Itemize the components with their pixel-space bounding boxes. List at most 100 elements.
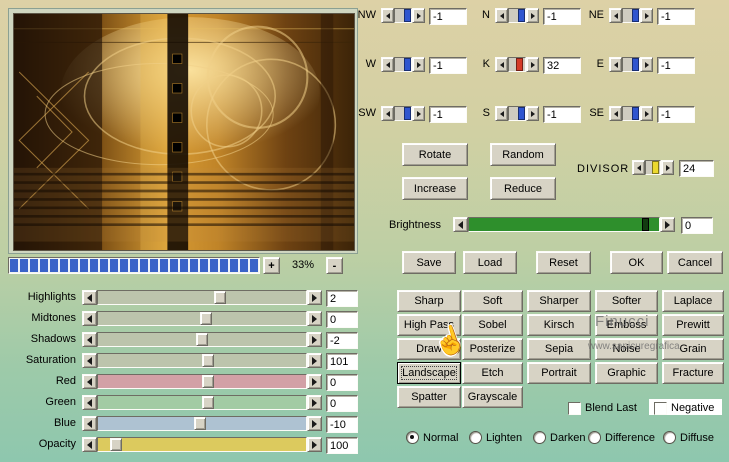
negative-checkbox[interactable]: Negative [654,401,714,415]
filter-landscape-button[interactable]: Landscape [397,362,461,384]
slider-left-arrow[interactable] [453,217,468,232]
kernel-k-slider[interactable] [495,57,539,72]
zoom-out-button[interactable]: - [326,257,343,274]
radio-circle[interactable] [663,431,676,444]
highlights-value[interactable]: 2 [326,290,358,307]
slider-thumb[interactable] [110,438,123,451]
slider-left-arrow[interactable] [82,290,97,305]
slider-left-arrow[interactable] [495,8,508,23]
slider-thumb[interactable] [214,291,227,304]
kernel-n-slider[interactable] [495,8,539,23]
kernel-se-slider[interactable] [609,106,653,121]
random-button[interactable]: Random [490,143,556,166]
filter-noise-button[interactable]: Noise [595,338,658,360]
filter-fracture-button[interactable]: Fracture [662,362,724,384]
slider-left-arrow[interactable] [609,106,622,121]
slider-track[interactable] [622,8,640,23]
saturation-slider[interactable] [82,353,322,368]
kernel-n-value[interactable]: -1 [543,8,581,25]
shadows-value[interactable]: -2 [326,332,358,349]
filter-grain-button[interactable]: Grain [662,338,724,360]
slider-left-arrow[interactable] [609,8,622,23]
slider-track[interactable] [622,57,640,72]
filter-posterize-button[interactable]: Posterize [462,338,523,360]
slider-track[interactable] [508,8,526,23]
slider-thumb[interactable] [631,107,639,120]
reduce-button[interactable]: Reduce [490,177,556,200]
slider-track[interactable] [622,106,640,121]
slider-right-arrow[interactable] [640,106,653,121]
blue-slider[interactable] [82,416,322,431]
slider-thumb[interactable] [403,9,411,22]
kernel-sw-value[interactable]: -1 [429,106,467,123]
slider-right-arrow[interactable] [307,395,322,410]
saturation-value[interactable]: 101 [326,353,358,370]
slider-right-arrow[interactable] [307,416,322,431]
blue-value[interactable]: -10 [326,416,358,433]
slider-left-arrow[interactable] [82,311,97,326]
slider-thumb[interactable] [652,161,660,174]
slider-thumb[interactable] [199,312,212,325]
midtones-slider[interactable] [82,311,322,326]
slider-right-arrow[interactable] [307,311,322,326]
checkbox-box[interactable] [568,401,581,415]
slider-thumb[interactable] [631,58,639,71]
slider-track[interactable] [508,57,526,72]
slider-right-arrow[interactable] [661,160,674,175]
reset-button[interactable]: Reset [536,251,591,274]
brightness-value[interactable]: 0 [681,217,713,234]
kernel-e-value[interactable]: -1 [657,57,695,74]
filter-emboss-button[interactable]: Emboss [595,314,658,336]
slider-left-arrow[interactable] [82,353,97,368]
rotate-button[interactable]: Rotate [402,143,468,166]
slider-left-arrow[interactable] [82,395,97,410]
filter-soft-button[interactable]: Soft [462,290,523,312]
slider-track[interactable] [394,106,412,121]
midtones-value[interactable]: 0 [326,311,358,328]
slider-left-arrow[interactable] [381,106,394,121]
slider-right-arrow[interactable] [307,332,322,347]
kernel-nw-slider[interactable] [381,8,425,23]
slider-track[interactable] [468,217,660,232]
save-button[interactable]: Save [402,251,456,274]
slider-track[interactable] [97,395,307,410]
slider-track[interactable] [97,416,307,431]
kernel-ne-slider[interactable] [609,8,653,23]
slider-thumb[interactable] [631,9,639,22]
ok-button[interactable]: OK [610,251,663,274]
increase-button[interactable]: Increase [402,177,468,200]
slider-thumb[interactable] [403,58,411,71]
blend-mode-darken-radio[interactable]: Darken [533,431,585,444]
radio-circle[interactable] [406,431,419,444]
slider-right-arrow[interactable] [412,8,425,23]
filter-spatter-button[interactable]: Spatter [397,386,461,408]
blend-mode-difference-radio[interactable]: Difference [588,431,655,444]
radio-circle[interactable] [533,431,546,444]
shadows-slider[interactable] [82,332,322,347]
slider-left-arrow[interactable] [82,437,97,452]
filter-sharper-button[interactable]: Sharper [527,290,591,312]
slider-right-arrow[interactable] [307,374,322,389]
slider-thumb[interactable] [195,333,208,346]
slider-left-arrow[interactable] [381,8,394,23]
kernel-w-value[interactable]: -1 [429,57,467,74]
blend-mode-diffuse-radio[interactable]: Diffuse [663,431,714,444]
slider-track[interactable] [97,290,307,305]
slider-track[interactable] [394,8,412,23]
slider-right-arrow[interactable] [526,8,539,23]
kernel-nw-value[interactable]: -1 [429,8,467,25]
filter-softer-button[interactable]: Softer [595,290,658,312]
slider-right-arrow[interactable] [526,57,539,72]
slider-thumb[interactable] [202,396,214,409]
slider-track[interactable] [97,437,307,452]
kernel-s-value[interactable]: -1 [543,106,581,123]
green-slider[interactable] [82,395,322,410]
slider-left-arrow[interactable] [495,106,508,121]
red-slider[interactable] [82,374,322,389]
filter-etch-button[interactable]: Etch [462,362,523,384]
zoom-progress-bar[interactable] [8,257,260,274]
slider-right-arrow[interactable] [526,106,539,121]
slider-right-arrow[interactable] [640,8,653,23]
filter-high-pass-button[interactable]: High Pass [397,314,461,336]
slider-track[interactable] [97,374,307,389]
